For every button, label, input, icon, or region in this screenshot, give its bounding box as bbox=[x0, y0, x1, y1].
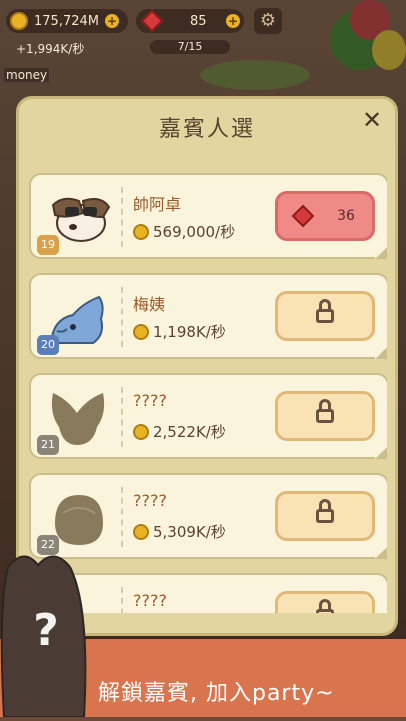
guest-card: 21 ???? 2,522K/秒 bbox=[29, 373, 387, 459]
gem-icon bbox=[291, 204, 315, 228]
guest-income: 569,000/秒 bbox=[133, 221, 235, 242]
guest-name: 梅姨 bbox=[133, 295, 166, 314]
coin-icon bbox=[133, 523, 149, 540]
income-value: 569,000/秒 bbox=[153, 223, 236, 241]
coin-icon bbox=[133, 323, 149, 340]
locked-button[interactable] bbox=[275, 591, 375, 613]
gem-counter: 85 + bbox=[136, 9, 244, 33]
guest-name: 帥阿卓 bbox=[133, 195, 182, 214]
guest-name: ???? bbox=[133, 491, 167, 510]
svg-text:?: ? bbox=[33, 605, 59, 656]
guest-income: 5,309K/秒 bbox=[133, 521, 226, 542]
level-badge: 19 bbox=[37, 235, 59, 255]
coin-icon bbox=[133, 223, 149, 240]
stage-progress: 7/15 bbox=[150, 40, 230, 54]
banner-text: 解鎖嘉賓, 加入party~ bbox=[98, 681, 335, 706]
guest-income: 2,522K/秒 bbox=[133, 421, 226, 442]
locked-button[interactable] bbox=[275, 291, 375, 341]
gem-cost: 36 bbox=[337, 208, 355, 224]
level-badge: 21 bbox=[37, 435, 59, 455]
income-rate: +1,994K/秒 bbox=[16, 42, 85, 56]
coin-icon bbox=[10, 12, 28, 30]
lock-icon bbox=[316, 299, 334, 325]
lock-icon bbox=[316, 599, 334, 613]
lock-icon bbox=[316, 499, 334, 525]
close-icon[interactable]: ✕ bbox=[359, 107, 385, 133]
guest-income: 1,198K/秒 bbox=[133, 321, 226, 342]
side-label: money bbox=[4, 68, 50, 82]
income-value: 2,522K/秒 bbox=[153, 423, 226, 441]
dialog-title: 嘉賓人選 bbox=[158, 117, 255, 142]
add-gems-plus-icon[interactable]: + bbox=[226, 14, 240, 28]
add-coins-plus-icon[interactable]: + bbox=[104, 14, 119, 28]
lock-icon bbox=[316, 399, 334, 425]
locked-button[interactable] bbox=[275, 391, 375, 441]
guest-name: ???? bbox=[133, 591, 167, 610]
guest-card: 20 梅姨 1,198K/秒 bbox=[29, 273, 387, 359]
gem-icon bbox=[140, 9, 164, 33]
mystery-character: ? bbox=[0, 547, 98, 718]
coin-amount: 175,724M bbox=[34, 13, 99, 29]
coin-icon bbox=[133, 423, 149, 440]
unlock-with-gems-button[interactable]: 36 bbox=[275, 191, 375, 241]
income-value: 1,198K/秒 bbox=[153, 323, 226, 341]
coin-counter: 175,724M + bbox=[6, 9, 128, 33]
guest-card: 19 帥阿卓 569,000/秒 36 bbox=[29, 173, 387, 259]
guest-name: ???? bbox=[133, 391, 167, 410]
locked-button[interactable] bbox=[275, 491, 375, 541]
gem-amount: 85 bbox=[190, 13, 207, 29]
level-badge: 20 bbox=[37, 335, 59, 355]
hud-bar: 175,724M + 85 + ⚙ bbox=[6, 6, 400, 36]
income-value: 5,309K/秒 bbox=[153, 523, 226, 541]
gear-icon[interactable]: ⚙ bbox=[254, 8, 282, 34]
